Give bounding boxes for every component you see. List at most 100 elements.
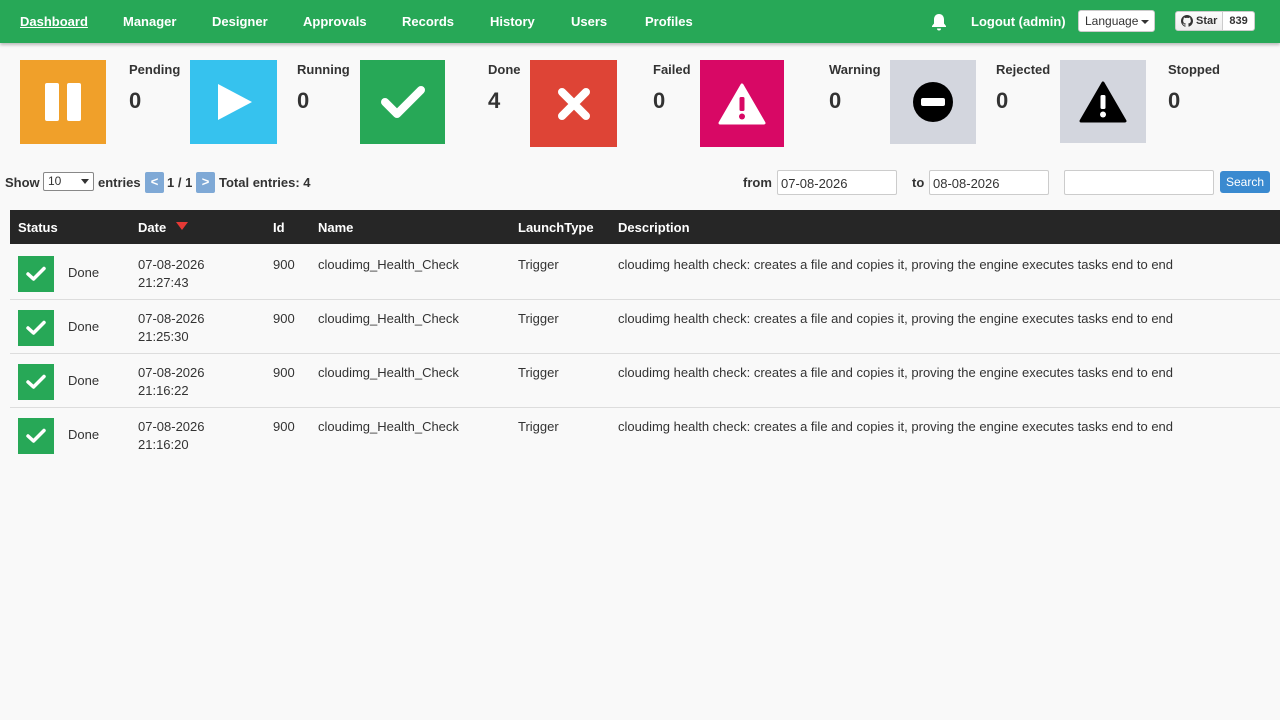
github-star-widget[interactable]: Star 839 (1175, 11, 1255, 31)
github-star-count[interactable]: 839 (1223, 11, 1255, 31)
entries-select[interactable]: 10 (43, 172, 94, 191)
running-tile[interactable] (190, 60, 277, 144)
alert-icon (1079, 81, 1127, 122)
pending-tile[interactable] (20, 60, 106, 144)
from-date-input[interactable]: 07-08-2026 (777, 170, 897, 195)
table-row[interactable]: Done 07-08-2026 21:16:20 900 cloudimg_He… (10, 408, 1280, 462)
x-icon (557, 87, 590, 120)
row-status: Done (68, 265, 100, 280)
col-date[interactable]: Date (138, 220, 166, 235)
nav-profiles[interactable]: Profiles (645, 14, 693, 29)
stopped-count: 0 (1168, 88, 1181, 113)
col-status[interactable]: Status (18, 220, 58, 235)
row-date: 07-08-2026 (138, 311, 205, 326)
row-status: Done (68, 427, 100, 442)
running-label: Running (297, 62, 350, 77)
row-time: 21:16:22 (138, 383, 189, 398)
failed-tile[interactable] (530, 60, 617, 147)
top-navbar: Dashboard Manager Designer Approvals Rec… (0, 0, 1280, 43)
rejected-count: 0 (996, 88, 1009, 113)
table-row[interactable]: Done 07-08-2026 21:27:43 900 cloudimg_He… (10, 246, 1280, 300)
pause-icon (45, 83, 81, 121)
total-entries: Total entries: 4 (219, 175, 311, 190)
done-status-icon (18, 310, 54, 346)
row-date: 07-08-2026 (138, 257, 205, 272)
col-launchtype[interactable]: LaunchType (518, 220, 594, 235)
row-launchtype: Trigger (518, 257, 559, 272)
to-date-input[interactable]: 08-08-2026 (929, 170, 1049, 195)
chevron-down-icon (1141, 19, 1150, 24)
entries-select-value: 10 (48, 174, 62, 188)
done-tile[interactable] (360, 60, 445, 144)
minus-circle-icon (913, 82, 953, 122)
row-launchtype: Trigger (518, 311, 559, 326)
github-star-button[interactable]: Star (1175, 11, 1224, 31)
github-icon (1181, 15, 1193, 27)
next-page-button[interactable]: > (196, 172, 215, 193)
done-status-icon (18, 364, 54, 400)
row-name: cloudimg_Health_Check (318, 257, 459, 272)
from-label: from (743, 175, 772, 190)
nav-records[interactable]: Records (402, 14, 454, 29)
to-label: to (912, 175, 925, 190)
done-count: 4 (488, 88, 501, 113)
row-time: 21:27:43 (138, 275, 189, 290)
row-date: 07-08-2026 (138, 365, 205, 380)
prev-page-button[interactable]: < (145, 172, 164, 193)
row-launchtype: Trigger (518, 419, 559, 434)
check-icon (26, 428, 46, 443)
nav-approvals[interactable]: Approvals (303, 14, 367, 29)
nav-users[interactable]: Users (571, 14, 607, 29)
row-launchtype: Trigger (518, 365, 559, 380)
done-status-icon (18, 256, 54, 292)
stopped-label: Stopped (1168, 62, 1220, 77)
page-indicator: 1 / 1 (167, 175, 193, 190)
nav-dashboard[interactable]: Dashboard (20, 14, 88, 29)
table-row[interactable]: Done 07-08-2026 21:16:22 900 cloudimg_He… (10, 354, 1280, 408)
warning-label: Warning (829, 62, 881, 77)
nav-history[interactable]: History (490, 14, 535, 29)
check-icon (26, 374, 46, 389)
chevron-down-icon (81, 179, 89, 184)
failed-label: Failed (653, 62, 691, 77)
pending-label: Pending (129, 62, 181, 77)
row-id: 900 (273, 365, 295, 380)
row-date: 07-08-2026 (138, 419, 205, 434)
rejected-label: Rejected (996, 62, 1051, 77)
nav-manager[interactable]: Manager (123, 14, 176, 29)
row-description: cloudimg health check: creates a file an… (618, 311, 1174, 326)
done-status-icon (18, 418, 54, 454)
language-label: Language (1085, 14, 1139, 28)
rejected-tile[interactable] (890, 60, 976, 144)
warning-count: 0 (829, 88, 842, 113)
col-name[interactable]: Name (318, 220, 353, 235)
logout-link[interactable]: Logout (admin) (971, 14, 1066, 29)
row-status: Done (68, 319, 100, 334)
row-name: cloudimg_Health_Check (318, 365, 459, 380)
row-description: cloudimg health check: creates a file an… (618, 419, 1174, 434)
warning-tile[interactable] (700, 60, 784, 147)
warning-icon (718, 83, 766, 124)
done-label: Done (488, 62, 521, 77)
language-dropdown[interactable]: Language (1078, 10, 1155, 32)
table-row[interactable]: Done 07-08-2026 21:25:30 900 cloudimg_He… (10, 300, 1280, 354)
col-description[interactable]: Description (618, 220, 690, 235)
row-id: 900 (273, 311, 295, 326)
check-icon (26, 266, 46, 281)
col-id[interactable]: Id (273, 220, 285, 235)
running-count: 0 (297, 88, 310, 113)
row-description: cloudimg health check: creates a file an… (618, 257, 1174, 272)
table-header: Status Date Id Name LaunchType Descripti… (10, 210, 1280, 244)
entries-label: entries (98, 175, 141, 190)
sort-desc-icon[interactable] (176, 222, 188, 230)
bell-icon[interactable] (929, 12, 949, 32)
search-button[interactable]: Search (1220, 171, 1270, 193)
search-input[interactable] (1064, 170, 1214, 195)
check-icon (26, 320, 46, 335)
row-status: Done (68, 373, 100, 388)
nav-designer[interactable]: Designer (212, 14, 268, 29)
row-time: 21:25:30 (138, 329, 189, 344)
row-time: 21:16:20 (138, 437, 189, 452)
row-id: 900 (273, 419, 295, 434)
stopped-tile[interactable] (1060, 60, 1146, 143)
